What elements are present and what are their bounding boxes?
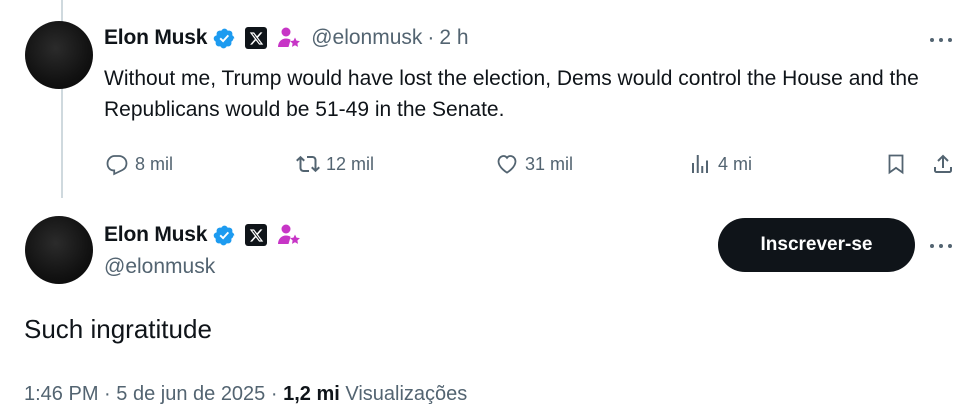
- views-count: 4 mi: [718, 153, 753, 174]
- views-bar-icon: [692, 155, 708, 173]
- views-button[interactable]: 4 mi: [688, 149, 752, 179]
- repost-count: 12 mil: [326, 153, 375, 174]
- subscribe-button[interactable]: Inscrever-se: [718, 218, 915, 272]
- main-tweet-header: Elon Musk: [104, 221, 302, 249]
- views-label: Visualizações: [345, 383, 468, 405]
- x-logo-badge-icon[interactable]: [245, 224, 268, 246]
- separator-dot: ·: [270, 383, 278, 405]
- person-star-icon[interactable]: [276, 25, 302, 51]
- reply-button[interactable]: 8 mil: [105, 149, 173, 179]
- display-name[interactable]: Elon Musk: [104, 223, 207, 247]
- main-tweet-text: Such ingratitude: [24, 314, 212, 344]
- avatar[interactable]: [25, 216, 93, 284]
- verified-badge-icon[interactable]: [213, 27, 236, 50]
- share-button[interactable]: [931, 149, 955, 179]
- tweet-meta: 1:46 PM · 5 de jun de 2025 · 1,2 mi Visu…: [24, 383, 467, 406]
- bookmark-icon: [888, 154, 904, 175]
- more-dots-icon[interactable]: [926, 236, 956, 256]
- reply-count: 8 mil: [135, 153, 174, 174]
- verified-badge-icon[interactable]: [213, 224, 236, 247]
- person-star-icon[interactable]: [276, 222, 302, 248]
- avatar[interactable]: [25, 21, 93, 89]
- views-total: 1,2 mi: [283, 383, 340, 405]
- handle[interactable]: @elonmusk: [104, 255, 215, 279]
- more-dots-icon[interactable]: [926, 30, 956, 50]
- repost-icon: [296, 155, 320, 173]
- like-count: 31 mil: [525, 153, 574, 174]
- reply-icon: [106, 155, 128, 176]
- bookmark-button[interactable]: [884, 149, 908, 179]
- heart-icon: [497, 155, 517, 174]
- like-button[interactable]: 31 mil: [495, 149, 573, 179]
- handle[interactable]: @elonmusk: [311, 26, 422, 50]
- repost-button[interactable]: 12 mil: [296, 149, 374, 179]
- share-icon: [934, 154, 952, 173]
- timestamp-link[interactable]: 2 h: [439, 26, 468, 50]
- date-link[interactable]: 5 de jun de 2025: [116, 383, 265, 405]
- parent-tweet-text: Without me, Trump would have lost the el…: [104, 67, 919, 121]
- separator-dot: ·: [427, 26, 435, 49]
- x-logo-badge-icon[interactable]: [245, 27, 268, 49]
- separator-dot: ·: [104, 383, 111, 405]
- display-name[interactable]: Elon Musk: [104, 26, 207, 50]
- parent-tweet-header: Elon Musk @elonmusk · 2 h: [104, 24, 469, 52]
- timestamp-link[interactable]: 1:46 PM: [24, 383, 98, 405]
